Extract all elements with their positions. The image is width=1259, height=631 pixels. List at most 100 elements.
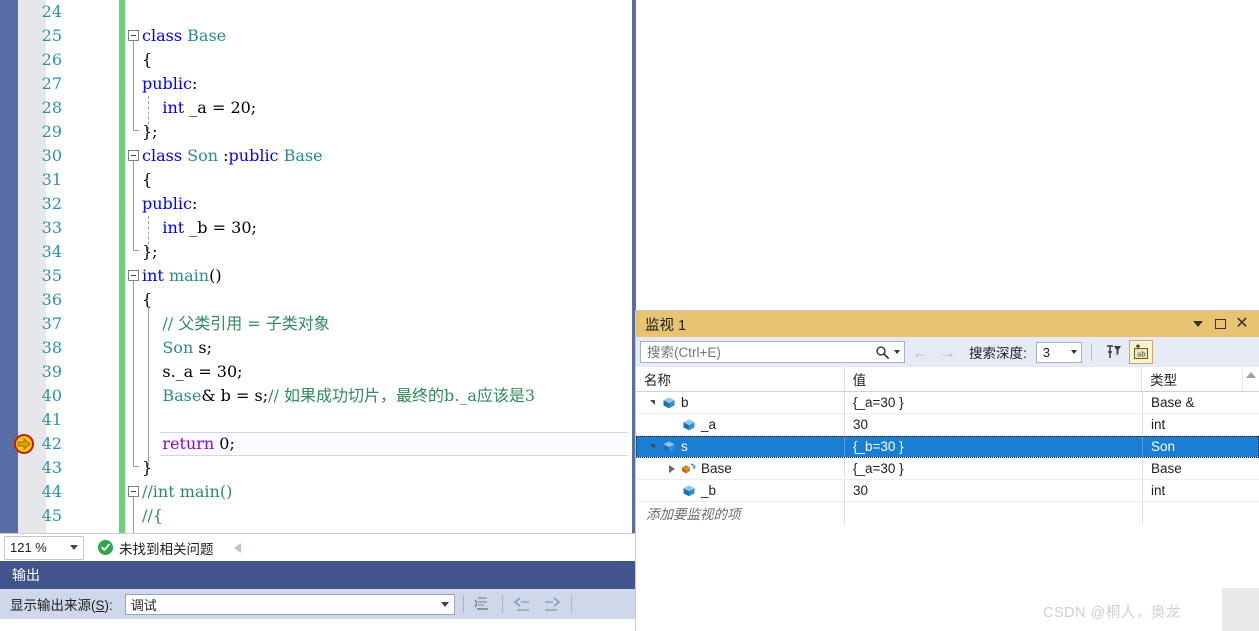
line-number: 24	[41, 2, 62, 21]
code-line[interactable]: 42 return 0;	[0, 432, 636, 456]
scroll-left-icon[interactable]	[233, 542, 241, 553]
code-text: // 父类引用 = 子类对象	[162, 314, 330, 333]
watch-row-name-cell: Base	[636, 458, 845, 479]
line-number: 41	[41, 410, 62, 429]
watch-row-type: int	[1151, 417, 1166, 432]
code-line[interactable]: 30 class Son :public Base	[0, 144, 636, 168]
output-source-label: 显示输出来源(S):	[10, 598, 113, 613]
watch-row-value[interactable]: 30	[845, 480, 1143, 501]
code-text: public:	[142, 74, 198, 93]
fold-toggle-class-base[interactable]	[128, 30, 139, 41]
search-icon	[876, 345, 889, 359]
watch-row[interactable]: _b 30 int	[636, 480, 1259, 502]
code-line[interactable]: 29};	[0, 120, 636, 144]
pin-filter-button[interactable]	[1101, 340, 1125, 364]
output-source-value: 调试	[130, 597, 157, 613]
search-next-icon[interactable]: →	[936, 344, 959, 361]
column-header-name[interactable]: 名称	[636, 367, 845, 391]
output-pane-toolbar: 显示输出来源(S): 调试	[0, 589, 636, 619]
vertical-scrollbar[interactable]	[1242, 367, 1259, 391]
hexadecimal-display-button[interactable]: ab	[1128, 340, 1153, 364]
line-number: 30	[41, 146, 62, 165]
toolbar-separator	[462, 595, 464, 613]
output-pane-title-text: 输出	[12, 567, 40, 583]
code-line[interactable]: 40 Base& b = s;// 如果成功切片，最终的b._a应该是3	[0, 384, 636, 408]
structure-guide	[148, 306, 149, 462]
watch-row-value[interactable]: {_a=30 }	[845, 392, 1143, 413]
code-text: class Base	[142, 26, 227, 45]
code-line[interactable]: 39 s._a = 30;	[0, 360, 636, 384]
output-pane: 输出 显示输出来源(S): 调试	[0, 561, 636, 631]
fold-toggle-int-main[interactable]	[128, 270, 139, 281]
search-previous-icon[interactable]: ←	[909, 344, 932, 361]
code-line[interactable]: 25 class Base	[0, 24, 636, 48]
outline-guide-end	[133, 466, 139, 467]
close-button[interactable]: ✕	[1231, 313, 1253, 335]
code-line[interactable]: 45 //{	[0, 504, 636, 528]
go-to-previous-message-icon[interactable]	[511, 594, 533, 614]
clear-output-icon[interactable]	[472, 594, 494, 614]
watch-row[interactable]: s {_b=30 } Son	[636, 436, 1259, 458]
code-text: class Son :public Base	[142, 146, 323, 165]
code-line[interactable]: 31 {	[0, 168, 636, 192]
code-line[interactable]: 43}	[0, 456, 636, 480]
outline-guide	[133, 41, 134, 130]
outline-guide-end	[133, 250, 139, 251]
code-line[interactable]: 35 int main()	[0, 264, 636, 288]
issue-status[interactable]: 未找到相关问题	[98, 538, 214, 558]
add-watch-value-cell	[845, 502, 1143, 524]
output-pane-body[interactable]	[0, 619, 636, 631]
zoom-level-selector[interactable]: 121 %	[4, 535, 84, 560]
window-menu-button[interactable]	[1187, 313, 1209, 335]
code-line[interactable]: 28 int _a = 20;	[0, 96, 636, 120]
code-line[interactable]: 37 // 父类引用 = 子类对象	[0, 312, 636, 336]
toolbar-separator	[570, 595, 572, 613]
column-header-value[interactable]: 值	[845, 367, 1143, 391]
cube-icon	[660, 396, 678, 410]
scroll-up-button[interactable]	[1243, 367, 1259, 383]
code-line[interactable]: 26 {	[0, 48, 636, 72]
search-input[interactable]	[647, 344, 875, 360]
cube-icon	[680, 484, 698, 498]
code-line[interactable]: 34};	[0, 240, 636, 264]
watch-row[interactable]: Base {_a=30 } Base	[636, 458, 1259, 480]
watch-row[interactable]: b {_a=30 } Base &	[636, 392, 1259, 414]
watch-row-name-cell: b	[636, 392, 845, 413]
code-line[interactable]: 44 //int main()	[0, 480, 636, 504]
search-box[interactable]	[640, 341, 905, 363]
fold-toggle-commented-main[interactable]	[128, 486, 139, 497]
search-options-chevron-icon[interactable]	[894, 350, 900, 354]
line-number: 45	[41, 506, 62, 525]
expand-triangle-icon[interactable]	[664, 464, 680, 473]
code-line[interactable]: 41	[0, 408, 636, 432]
code-line[interactable]: 27 public:	[0, 72, 636, 96]
watch-row-value[interactable]: 30	[845, 414, 1143, 435]
outline-guide	[133, 161, 134, 250]
watch-row-value[interactable]: {_a=30 }	[845, 458, 1143, 479]
output-source-select[interactable]: 调试	[124, 593, 455, 615]
collapse-triangle-icon[interactable]	[644, 400, 660, 405]
watch-window-title-bar[interactable]: 监视 1 ✕	[636, 311, 1259, 337]
code-text: //int main()	[142, 482, 233, 501]
code-text: Base& b = s;// 如果成功切片，最终的b._a应该是3	[162, 386, 536, 405]
watch-row-type: Base	[1151, 461, 1182, 476]
code-line[interactable]: 24	[0, 0, 636, 24]
go-to-next-message-icon[interactable]	[541, 594, 563, 614]
code-line[interactable]: 36{	[0, 288, 636, 312]
add-watch-row[interactable]: 添加要监视的项	[636, 502, 1259, 524]
code-line[interactable]: 38 Son s;	[0, 336, 636, 360]
maximize-button[interactable]	[1209, 313, 1231, 335]
outline-guide	[133, 497, 134, 533]
watch-row-value[interactable]: {_b=30 }	[845, 436, 1143, 457]
line-number: 40	[41, 386, 62, 405]
column-header-type[interactable]: 类型	[1142, 367, 1242, 391]
collapse-triangle-icon[interactable]	[644, 444, 660, 449]
code-text: int _a = 20;	[162, 98, 257, 117]
code-editor[interactable]: 24 25 class Base 26 {27 public: 28 int _a = 20…	[0, 0, 636, 533]
watch-row-name: b	[681, 395, 689, 410]
watch-row[interactable]: _a 30 int	[636, 414, 1259, 436]
code-line[interactable]: 32 public:	[0, 192, 636, 216]
fold-toggle-class-son[interactable]	[128, 150, 139, 161]
search-depth-selector[interactable]: 3	[1035, 341, 1082, 363]
code-line[interactable]: 33 int _b = 30;	[0, 216, 636, 240]
